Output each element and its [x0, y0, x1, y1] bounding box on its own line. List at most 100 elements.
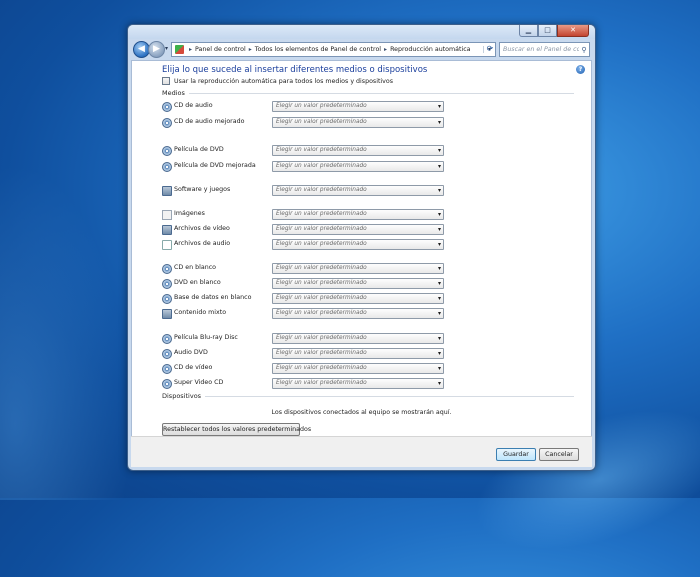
breadcrumb-separator[interactable]: ▸ [189, 46, 192, 53]
search-icon[interactable]: ⚲ [579, 46, 589, 54]
default-action-dropdown[interactable]: Elegir un valor predeterminado ▾ [272, 278, 444, 289]
breadcrumb-separator[interactable]: ▸ [249, 46, 252, 53]
media-label: Software y juegos [174, 186, 231, 193]
default-action-dropdown[interactable]: Elegir un valor predeterminado ▾ [272, 145, 444, 156]
software-icon [162, 186, 172, 196]
blank-cd-icon [162, 264, 172, 274]
default-action-dropdown[interactable]: Elegir un valor predeterminado ▾ [272, 363, 444, 374]
default-action-dropdown[interactable]: Elegir un valor predeterminado ▾ [272, 185, 444, 196]
media-row: Película Blu-ray Disc Elegir un valor pre… [162, 333, 574, 345]
default-action-dropdown[interactable]: Elegir un valor predeterminado ▾ [272, 224, 444, 235]
breadcrumb-all-items[interactable]: Todos los elementos de Panel de control [255, 46, 381, 53]
default-action-dropdown[interactable]: Elegir un valor predeterminado ▾ [272, 308, 444, 319]
breadcrumb-control-panel[interactable]: Panel de control [195, 46, 246, 53]
autoplay-checkbox-row[interactable]: Usar la reproducción automática para tod… [162, 77, 393, 85]
devices-group-label: Dispositivos [162, 392, 202, 400]
media-label: Archivos de vídeo [174, 225, 230, 232]
media-row: Película de DVD mejorada Elegir un valor … [162, 161, 574, 173]
default-action-dropdown[interactable]: Elegir un valor predeterminado ▾ [272, 348, 444, 359]
media-group-header: Medios [162, 89, 574, 97]
help-icon[interactable]: ? [576, 65, 585, 74]
dropdown-value: Elegir un valor predeterminado [276, 365, 367, 371]
cd-icon [162, 379, 172, 389]
default-action-dropdown[interactable]: Elegir un valor predeterminado ▾ [272, 239, 444, 250]
autoplay-checkbox-label[interactable]: Usar la reproducción automática para tod… [174, 78, 393, 85]
dropdown-arrow-icon[interactable]: ▾ [438, 186, 441, 195]
dropdown-arrow-icon[interactable]: ▾ [438, 309, 441, 318]
default-action-dropdown[interactable]: Elegir un valor predeterminado ▾ [272, 333, 444, 344]
dvd-icon [162, 349, 172, 359]
address-bar[interactable]: ▸ Panel de control ▸ Todos los elementos… [171, 42, 496, 57]
save-button[interactable]: Guardar [496, 448, 536, 461]
media-row: Imágenes Elegir un valor predeterminado ▾ [162, 209, 574, 221]
title-bar[interactable]: ▁ □ ✕ [128, 25, 595, 39]
media-label: DVD en blanco [174, 279, 221, 286]
dropdown-value: Elegir un valor predeterminado [276, 119, 367, 125]
dropdown-arrow-icon[interactable]: ▾ [438, 294, 441, 303]
dropdown-arrow-icon[interactable]: ▾ [438, 210, 441, 219]
dropdown-arrow-icon[interactable]: ▾ [438, 102, 441, 111]
media-label: Película de DVD mejorada [174, 162, 256, 169]
default-action-dropdown[interactable]: Elegir un valor predeterminado ▾ [272, 161, 444, 172]
search-box[interactable]: Buscar en el Panel de control ⚲ [499, 42, 590, 57]
default-action-dropdown[interactable]: Elegir un valor predeterminado ▾ [272, 378, 444, 389]
dropdown-arrow-icon[interactable]: ▾ [438, 118, 441, 127]
media-row: Película de DVD Elegir un valor predeterm… [162, 145, 574, 157]
cd-icon [162, 364, 172, 374]
dropdown-arrow-icon[interactable]: ▾ [438, 225, 441, 234]
group-divider [188, 92, 574, 94]
page-title: Elija lo que sucede al insertar diferent… [162, 65, 428, 75]
media-group-label: Medios [162, 89, 185, 97]
default-action-dropdown[interactable]: Elegir un valor predeterminado ▾ [272, 101, 444, 112]
media-label: Audio DVD [174, 349, 208, 356]
media-label: CD de audio mejorado [174, 118, 245, 125]
control-panel-icon [175, 45, 184, 54]
dropdown-value: Elegir un valor predeterminado [276, 211, 367, 217]
media-row: Archivos de audio Elegir un valor predete… [162, 239, 574, 251]
media-row: Contenido mixto Elegir un valor predeterm… [162, 308, 574, 320]
dropdown-arrow-icon[interactable]: ▾ [438, 240, 441, 249]
recent-pages-chevron-icon[interactable]: ▾ [165, 45, 168, 52]
search-input[interactable]: Buscar en el Panel de control [500, 46, 579, 53]
forward-button[interactable]: ▶ [148, 41, 165, 58]
image-file-icon [162, 210, 172, 220]
dropdown-arrow-icon[interactable]: ▾ [438, 146, 441, 155]
mixed-content-icon [162, 309, 172, 319]
group-divider [205, 395, 574, 397]
media-label: CD en blanco [174, 264, 217, 271]
dropdown-arrow-icon[interactable]: ▾ [438, 379, 441, 388]
close-button[interactable]: ✕ [557, 25, 589, 37]
breadcrumb-autoplay[interactable]: Reproducción automática [390, 46, 470, 53]
media-label: Película Blu-ray Disc [174, 334, 238, 341]
autoplay-window: ▁ □ ✕ ◀ ▶ ▾ ▸ Panel de control ▸ Todos l… [127, 24, 596, 471]
default-action-dropdown[interactable]: Elegir un valor predeterminado ▾ [272, 293, 444, 304]
dropdown-arrow-icon[interactable]: ▾ [438, 349, 441, 358]
media-row: Super Video CD Elegir un valor predetermi… [162, 378, 574, 390]
refresh-icon[interactable]: ⟳ [484, 42, 496, 55]
dropdown-value: Elegir un valor predeterminado [276, 163, 367, 169]
dropdown-arrow-icon[interactable]: ▾ [438, 364, 441, 373]
dropdown-arrow-icon[interactable]: ▾ [438, 334, 441, 343]
dropdown-value: Elegir un valor predeterminado [276, 280, 367, 286]
default-action-dropdown[interactable]: Elegir un valor predeterminado ▾ [272, 209, 444, 220]
media-label: Base de datos en blanco [174, 294, 252, 301]
breadcrumb-separator[interactable]: ▸ [384, 46, 387, 53]
devices-message: Los dispositivos conectados al equipo se… [271, 409, 452, 416]
dropdown-value: Elegir un valor predeterminado [276, 310, 367, 316]
media-row: CD de audio mejorado Elegir un valor pred… [162, 117, 574, 129]
media-row: Archivos de vídeo Elegir un valor predete… [162, 224, 574, 236]
dropdown-value: Elegir un valor predeterminado [276, 380, 367, 386]
dropdown-arrow-icon[interactable]: ▾ [438, 162, 441, 171]
default-action-dropdown[interactable]: Elegir un valor predeterminado ▾ [272, 263, 444, 274]
video-file-icon [162, 225, 172, 235]
dropdown-arrow-icon[interactable]: ▾ [438, 279, 441, 288]
dropdown-arrow-icon[interactable]: ▾ [438, 264, 441, 273]
minimize-button[interactable]: ▁ [519, 25, 538, 37]
media-row: Base de datos en blanco Elegir un valor p… [162, 293, 574, 305]
default-action-dropdown[interactable]: Elegir un valor predeterminado ▾ [272, 117, 444, 128]
autoplay-checkbox[interactable] [162, 77, 170, 85]
reset-defaults-button[interactable]: Restablecer todos los valores predetermi… [162, 423, 311, 436]
dvd-icon [162, 162, 172, 172]
cancel-button[interactable]: Cancelar [539, 448, 579, 461]
maximize-button[interactable]: □ [538, 25, 557, 37]
